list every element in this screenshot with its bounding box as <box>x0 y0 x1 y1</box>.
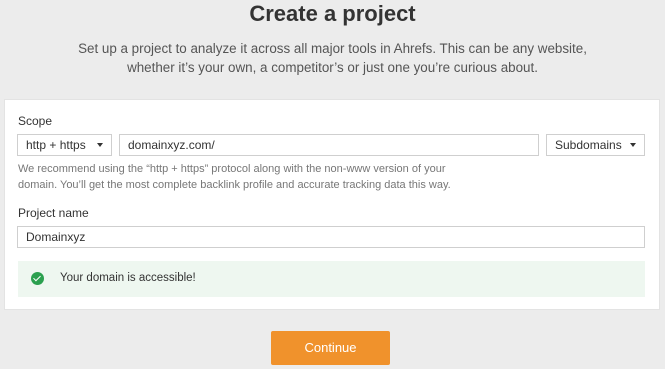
page-subtitle: Set up a project to analyze it across al… <box>40 39 625 77</box>
continue-button[interactable]: Continue <box>271 331 390 365</box>
protocol-select[interactable]: http + https <box>17 134 112 156</box>
subdomains-select[interactable]: Subdomains <box>546 134 645 156</box>
domain-input[interactable]: domainxyz.com/ <box>119 134 539 156</box>
protocol-value: http + https <box>26 138 86 152</box>
project-name-input[interactable]: Domainxyz <box>17 226 645 248</box>
subtitle-line-2: whether it’s your own, a competitor’s or… <box>127 60 538 75</box>
chevron-down-icon <box>97 143 103 147</box>
project-name-label: Project name <box>18 206 89 220</box>
domain-status-message: Your domain is accessible! <box>60 272 196 284</box>
chevron-down-icon <box>630 143 636 147</box>
project-form-card: Scope http + https domainxyz.com/ Subdom… <box>4 99 660 310</box>
check-circle-icon <box>31 272 44 285</box>
scope-label: Scope <box>18 114 53 128</box>
subdomains-value: Subdomains <box>555 138 622 152</box>
page-title: Create a project <box>249 1 416 26</box>
domain-status-banner: Your domain is accessible! <box>18 261 645 297</box>
domain-value: domainxyz.com/ <box>128 138 215 152</box>
scope-hint: We recommend using the “http + https” pr… <box>18 161 451 193</box>
scope-hint-line-1: We recommend using the “http + https” pr… <box>18 163 446 175</box>
subtitle-line-1: Set up a project to analyze it across al… <box>78 41 587 56</box>
project-name-value: Domainxyz <box>26 230 86 244</box>
scope-hint-line-2: domain. You’ll get the most complete bac… <box>18 179 451 191</box>
